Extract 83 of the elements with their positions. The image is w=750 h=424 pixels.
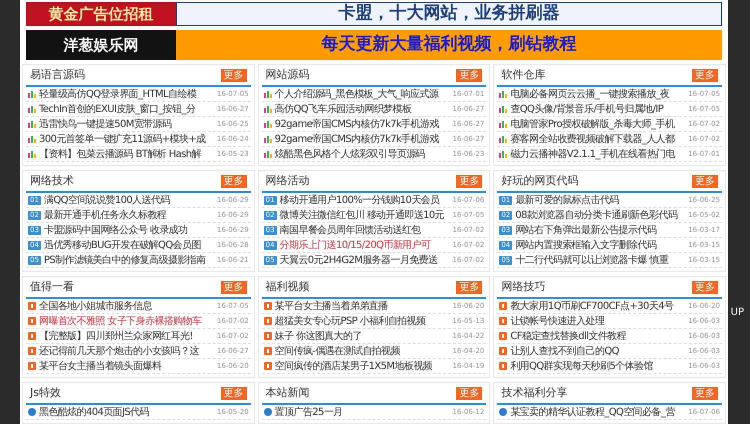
section-title: 软件仓库 [501, 66, 546, 83]
article-link[interactable]: 网曝首次不雅照 女子下身赤裸搭购物车 [39, 314, 214, 328]
article-link[interactable]: CF稳定查找替换dll文件教程 [510, 330, 686, 342]
square-icon [28, 347, 36, 355]
article-link[interactable]: 某平台女主播当着弟弟直播 [274, 300, 450, 312]
article-link[interactable]: 空间疯传的酒店某男子1X5M地板视频 [274, 360, 450, 372]
article-link[interactable]: 查QQ头像/背景音乐/手机号归属地/IP [510, 102, 686, 116]
section-title: 好玩的网页代码 [501, 172, 578, 189]
section-title: 网络活动 [266, 172, 310, 189]
article-link[interactable]: 08款浏览器自动分类卡通刷新色彩代码 [515, 208, 686, 222]
article-link[interactable]: 电脑管家Pro授权破解版_杀毒大师_手机 [510, 118, 686, 130]
article-link[interactable]: 网站内置搜索框输入文字删除代码 [515, 238, 686, 252]
section-title: 值得一看 [30, 278, 74, 295]
article-link[interactable]: 教大家用1Q币刷CF700CF点+30天4号 [510, 300, 686, 312]
section-title: 网络技巧 [501, 278, 546, 295]
square-icon [264, 317, 272, 325]
square-icon [264, 362, 272, 370]
square-icon [499, 347, 508, 355]
bullet-icon [499, 408, 508, 416]
square-icon [499, 317, 508, 325]
article-link[interactable]: 【完整版】四川郑州兰众家网红耳光! [39, 330, 214, 342]
square-icon [28, 332, 36, 340]
article-link[interactable]: 高仿QQ飞车乐园活动网织梦模板 [274, 102, 450, 116]
section-title: 福利视频 [266, 278, 310, 295]
square-icon [28, 317, 36, 325]
square-icon [499, 362, 508, 370]
article-link[interactable]: 满QQ空间说说赞100人送代码 [44, 194, 214, 206]
article-link[interactable]: 迅优秀移动BUG开发在破解QQ会员图 [44, 238, 214, 252]
section-title: 本站新闻 [266, 384, 310, 401]
article-link[interactable]: 某宝卖的精华认证教程_QQ空间必备_营 [510, 406, 686, 418]
article-link[interactable]: 分期乐上门送10/15/20Q币新用户可 [280, 238, 450, 252]
article-link[interactable]: 炫酷黑色风格个人炫彩双引导页源码 [274, 148, 450, 160]
article-link[interactable]: 天翼云0元2H4G2M服务器一月免费送 [280, 254, 450, 266]
article-link[interactable]: 某平台女主播当着镜头面爆料 [39, 360, 214, 372]
article-link[interactable]: 南国早餐会员周年回馈活动送红包 [280, 224, 450, 236]
article-link[interactable]: 电脑必备网页云云播_一键搜索播放_夜 [510, 88, 686, 100]
banner-slogan[interactable]: 每天更新大量福利视频，刷钻教程 [176, 30, 722, 60]
article-link[interactable]: 微博关注微信红包川 移动开通即送10元 [280, 208, 450, 222]
article-link[interactable]: 300元首签单一键扩充11源码+模块+成 [39, 132, 214, 146]
article-link[interactable]: 移动开通用户100%一分钱购10天会员 [280, 194, 450, 206]
article-link[interactable]: TechIn首创的EXUI皮肤_窗口_按钮_分 [39, 102, 214, 116]
square-icon [28, 362, 36, 370]
banner-slogan[interactable]: 卡盟，十大网站，业务拼刷器 [176, 2, 722, 26]
article-link[interactable]: 最新开通手机任务永久标教程 [44, 208, 214, 222]
article-link[interactable]: 超猛美女专心玩PSP 小福利自拍视频 [274, 314, 450, 328]
square-icon [28, 302, 36, 310]
article-link[interactable]: 磁力云播神器V2.1.1_手机在线看热门电 [510, 148, 686, 160]
square-icon [499, 332, 508, 340]
article-link[interactable]: PS制作滤镜美白中的修复高级摄影指南 [44, 254, 214, 266]
banner-label[interactable]: 黄金广告位招租 [26, 2, 176, 26]
article-link[interactable]: 92game帝国CMS内核仿7k7k手机游戏 [274, 132, 450, 146]
article-link[interactable]: 迅雷快鸟一键提速50M宽带源码 [39, 118, 214, 130]
section-title: 易语言源码 [30, 66, 85, 83]
article-link[interactable]: 【资料】包菜云播源码 BT解析 Hash解 [39, 148, 214, 160]
article-link[interactable]: 网站右下角弹出最新公告提示代码 [515, 224, 686, 236]
article-link[interactable]: 个人介绍源码_黑色模板_大气_响应式源 [274, 88, 450, 100]
section-title: Js特效 [30, 384, 61, 401]
article-link[interactable]: 92game帝国CMS内核仿7k7k手机游戏 [274, 118, 450, 130]
bullet-icon [28, 408, 36, 416]
article-link[interactable]: 黑色酷炫的404页面JS代码 [39, 406, 214, 418]
article-link[interactable]: 卡盟源码中国网络公众号 收录成功 [44, 224, 214, 236]
article-link[interactable]: 利用QQ群实现每天秒刷5个体验馆 [510, 360, 686, 372]
section-title: 网络技术 [30, 172, 74, 189]
section-title: 网站源码 [266, 66, 310, 83]
article-link[interactable]: 最新可爱的鼠标点击代码 [515, 194, 686, 206]
square-icon [264, 347, 272, 355]
article-link[interactable]: 让锁帐号快速进入处理 [510, 314, 686, 328]
square-icon [499, 302, 508, 310]
article-link[interactable]: 全国各地小姐城市服务信息 [39, 300, 214, 312]
article-link[interactable]: 十二行代码就可以让浏览器卡爆 慎重 [515, 254, 686, 266]
square-icon [264, 332, 272, 340]
article-link[interactable]: 让别人查找不到自己的QQ [510, 344, 686, 358]
article-link[interactable]: 还记得前几天那个炮击的小女孩吗？这 [39, 344, 214, 358]
banner-label[interactable]: 洋葱娱乐网 [26, 30, 176, 60]
article-link[interactable]: 轻量级高仿QQ登录界面_HTML自绘模 [39, 88, 214, 100]
back-to-top-button[interactable]: UP [730, 305, 744, 320]
bullet-icon [264, 408, 272, 416]
article-link[interactable]: 置顶广告25一月 [274, 406, 450, 418]
article-link[interactable]: 妹子 你这图真大的了 [274, 330, 450, 342]
article-link[interactable]: 赛客网全站收费视频破解下载器_人人都 [510, 132, 686, 146]
article-link[interactable]: 空间传疯-偶遇在测试自拍视频 [274, 344, 450, 358]
section-title: 技术福利分享 [501, 384, 568, 401]
square-icon [264, 302, 272, 310]
